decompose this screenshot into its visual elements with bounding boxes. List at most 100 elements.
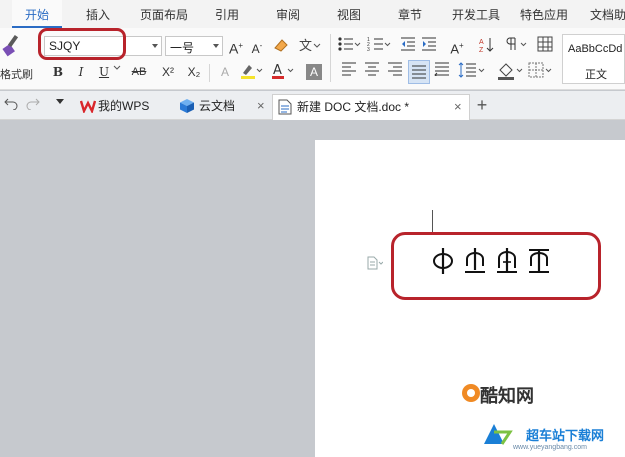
chevron-down-icon [152, 44, 158, 48]
tab-special-apps[interactable]: 特色应用 [520, 0, 568, 28]
indent-icon [422, 37, 436, 51]
paragraph-mark-icon [506, 37, 527, 50]
paragraph-options-icon[interactable] [367, 256, 384, 273]
line-spacing-icon [458, 62, 485, 78]
strikethrough-button[interactable]: AB [128, 62, 150, 82]
font-size-combo[interactable]: 一号 [165, 36, 223, 56]
shading-button[interactable] [497, 62, 527, 82]
align-distributed-icon [434, 62, 449, 76]
sort-az-icon: AZ [479, 38, 494, 54]
wps-writer-window: 开始 插入 页面布局 引用 审阅 视图 章节 开发工具 特色应用 文档助 格式刷… [0, 0, 625, 457]
font-size-value: 一号 [170, 41, 195, 55]
redo-button[interactable] [26, 96, 42, 116]
numbered-list-button[interactable]: 123 [367, 36, 393, 56]
tab-label: 云文档 [199, 99, 236, 113]
highlight-button[interactable] [240, 62, 266, 82]
align-center-button[interactable] [364, 62, 382, 82]
tab-label: 我的WPS [98, 99, 150, 113]
tab-section[interactable]: 章节 [398, 0, 422, 28]
style-preview-text: AaBbCcDd [568, 43, 623, 55]
document-tab-bar: 我的WPS 云文档 × 新建 DOC 文档.doc * × + [0, 91, 625, 120]
grow-font-button[interactable]: A+ [227, 36, 245, 57]
ribbon-toolbar: 格式刷 SJQY 一号 A+ A- 文 123 A+ A Z B I U AB … [0, 28, 625, 90]
line-spacing-button[interactable] [458, 62, 488, 82]
close-icon[interactable]: × [454, 95, 462, 119]
paint-bucket-icon [498, 63, 523, 80]
text-direction-icon: A [450, 41, 459, 57]
svg-text:3: 3 [367, 47, 370, 52]
redo-icon [26, 98, 40, 110]
tab-doc-assistant[interactable]: 文档助 [590, 0, 625, 28]
tab-references[interactable]: 引用 [215, 0, 239, 28]
menu-bar: 开始 插入 页面布局 引用 审阅 视图 章节 开发工具 特色应用 文档助 [0, 0, 625, 28]
increase-indent-button[interactable] [421, 36, 439, 56]
text-effect-icon: A [220, 65, 229, 79]
border-icon [528, 62, 552, 78]
text-direction-button[interactable]: A+ [444, 36, 470, 56]
font-color-icon: A [272, 63, 294, 79]
decrease-indent-button[interactable] [400, 36, 418, 56]
eraser-icon [274, 39, 288, 52]
tab-insert[interactable]: 插入 [86, 0, 110, 28]
tab-page-layout[interactable]: 页面布局 [140, 0, 188, 28]
sort-button[interactable]: AZ [478, 36, 500, 56]
tab-view[interactable]: 视图 [337, 0, 361, 28]
style-normal-label: 正文 [585, 69, 607, 81]
doc-file-icon [278, 99, 292, 115]
distributed-button[interactable] [434, 62, 452, 82]
bullet-list-button[interactable] [337, 36, 363, 56]
chevron-down-icon [213, 44, 219, 48]
style-gallery[interactable]: AaBbCcDd 正文 [562, 34, 625, 84]
format-painter-button[interactable] [0, 32, 30, 60]
align-left-button[interactable] [341, 62, 359, 82]
text-effect-button[interactable]: A [214, 62, 236, 82]
italic-button[interactable]: I [73, 62, 89, 82]
undo-button[interactable] [4, 96, 20, 116]
brand-logo-icon [462, 384, 480, 402]
caret-down-icon [56, 99, 64, 104]
table-grid-icon [537, 36, 553, 52]
align-left-icon [342, 62, 356, 76]
tab-review[interactable]: 审阅 [276, 0, 300, 28]
justify-button[interactable] [408, 60, 430, 84]
phonetic-icon: 文 [299, 39, 321, 54]
tab-cloud-docs[interactable]: 云文档 × [177, 94, 267, 120]
shrink-font-button[interactable]: A- [248, 36, 266, 56]
phonetic-guide-button[interactable]: 文 [297, 36, 323, 56]
align-right-button[interactable] [387, 62, 405, 82]
superscript-button[interactable]: X² [158, 62, 178, 82]
undo-icon [4, 98, 18, 110]
tab-my-wps[interactable]: 我的WPS [78, 94, 170, 120]
subscript-button[interactable]: X₂ [184, 62, 204, 82]
show-marks-button[interactable] [505, 36, 533, 56]
tab-developer[interactable]: 开发工具 [452, 0, 500, 28]
table-button[interactable] [537, 36, 555, 56]
text-cursor [432, 210, 433, 232]
svg-text:Z: Z [479, 47, 484, 54]
watermark-brand: 酷知网 [480, 386, 534, 406]
numbered-list-icon: 123 [367, 37, 391, 52]
svg-text:A: A [273, 63, 282, 78]
paintbrush-icon [2, 34, 19, 57]
bullet-list-icon [338, 37, 361, 51]
underline-button[interactable]: U [96, 62, 112, 82]
char-shading-icon: A [306, 64, 322, 80]
tab-home[interactable]: 开始 [12, 0, 62, 28]
tab-label: 新建 DOC 文档.doc * [297, 100, 410, 114]
close-icon[interactable]: × [257, 94, 265, 118]
new-tab-button[interactable]: + [474, 95, 490, 115]
char-shading-button[interactable]: A [305, 62, 323, 82]
quick-access-dropdown[interactable] [55, 96, 67, 116]
font-name-highlight [38, 28, 126, 60]
borders-button[interactable] [528, 62, 556, 82]
tab-current-document[interactable]: 新建 DOC 文档.doc * × [272, 94, 470, 120]
document-page[interactable] [315, 140, 625, 457]
wps-logo-icon [80, 100, 96, 113]
bold-button[interactable]: B [50, 62, 66, 82]
svg-text:A: A [479, 39, 484, 46]
underline-dropdown[interactable] [113, 64, 123, 84]
chevron-down-icon [113, 65, 121, 70]
clear-format-button[interactable] [272, 36, 292, 56]
svg-text:文: 文 [299, 39, 312, 54]
font-color-button[interactable]: A [271, 62, 299, 82]
